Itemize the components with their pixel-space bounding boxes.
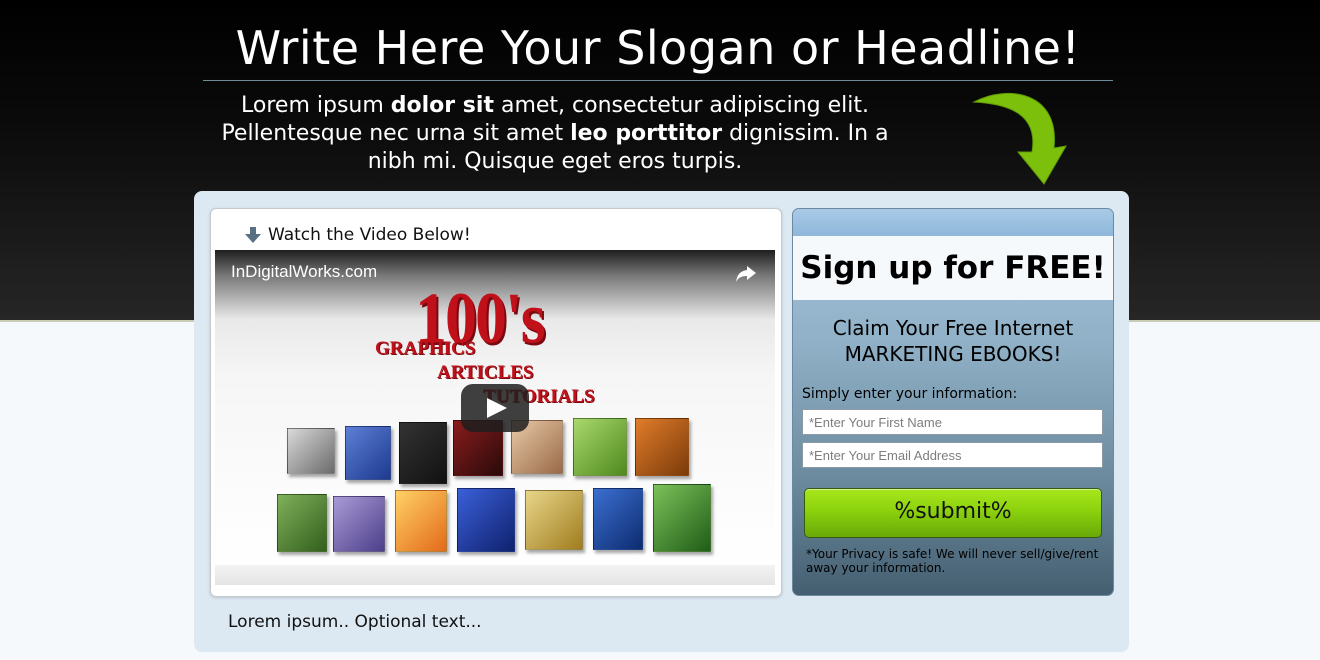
video-heading: Watch the Video Below! <box>244 223 471 247</box>
claim-line: Claim Your Free Internet <box>832 316 1074 340</box>
video-controls-bar <box>215 565 775 585</box>
intro-bold-text: dolor sit <box>390 93 494 118</box>
product-box <box>635 418 689 476</box>
video-player[interactable]: InDigitalWorks.com 100's GRAPHICS ARTICL… <box>215 250 775 565</box>
optional-text: Lorem ipsum.. Optional text... <box>228 612 482 632</box>
signup-title: Sign up for FREE! <box>793 236 1113 300</box>
signup-claim: Claim Your Free Internet MARKETING EBOOK… <box>793 315 1113 367</box>
intro-bold-text: leo porttitor <box>570 121 723 146</box>
down-arrow-icon <box>245 227 261 243</box>
share-icon[interactable] <box>735 264 757 284</box>
product-box <box>333 496 385 552</box>
first-name-field[interactable] <box>802 409 1103 435</box>
product-box <box>395 490 447 552</box>
headline-divider <box>203 80 1113 81</box>
product-box <box>277 494 327 552</box>
email-field[interactable] <box>802 442 1103 468</box>
claim-line: MARKETING EBOOKS! <box>844 342 1062 366</box>
product-box <box>345 426 391 480</box>
submit-button[interactable]: %submit% <box>804 488 1102 538</box>
signup-header-cap <box>793 209 1113 236</box>
promo-line: ARTICLES <box>437 362 534 383</box>
signup-info-label: Simply enter your information: <box>802 386 1018 402</box>
privacy-note: *Your Privacy is safe! We will never sel… <box>806 547 1099 575</box>
video-channel-name[interactable]: InDigitalWorks.com <box>231 262 377 282</box>
promo-line: GRAPHICS <box>375 338 476 359</box>
video-heading-label: Watch the Video Below! <box>268 225 471 245</box>
product-box <box>457 488 515 552</box>
intro-text: Lorem ipsum <box>241 93 391 118</box>
product-box <box>593 488 643 550</box>
signup-form: Sign up for FREE! Claim Your Free Intern… <box>792 208 1114 596</box>
product-box <box>525 490 583 550</box>
play-icon[interactable] <box>461 384 529 432</box>
intro-paragraph: Lorem ipsum dolor sit amet, consectetur … <box>200 92 910 176</box>
curved-arrow-icon <box>972 92 1067 185</box>
product-box <box>399 422 447 484</box>
product-box <box>287 428 335 474</box>
product-box <box>653 484 711 552</box>
product-box <box>573 418 627 476</box>
page-headline: Write Here Your Slogan or Headline! <box>235 21 1081 75</box>
